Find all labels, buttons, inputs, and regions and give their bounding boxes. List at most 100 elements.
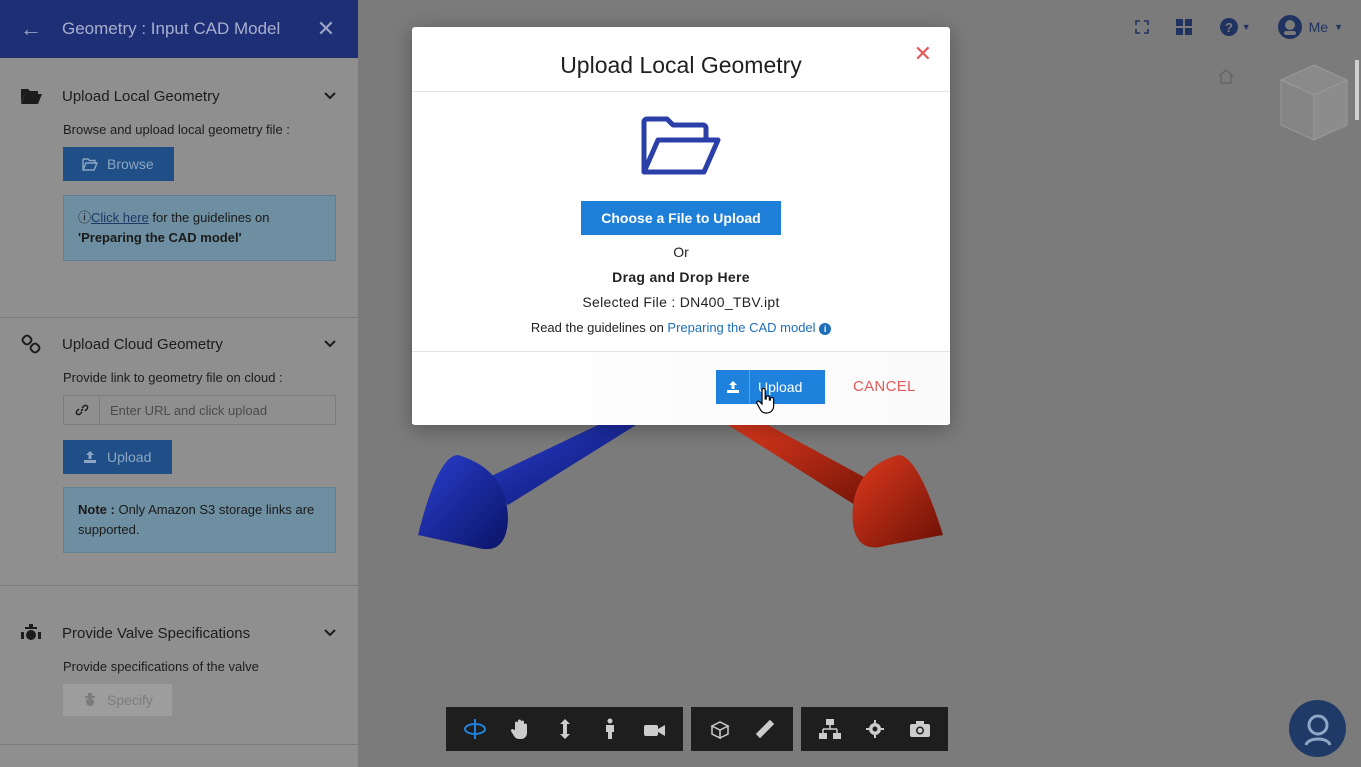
sidebar-panel: ← Geometry : Input CAD Model ✕ Upload Lo… — [0, 0, 358, 767]
section-title-cloud: Upload Cloud Geometry — [62, 335, 223, 353]
vertical-arrows-icon — [559, 719, 570, 739]
measure-tool[interactable] — [742, 717, 787, 741]
sidebar-title: Geometry : Input CAD Model — [62, 19, 281, 38]
person-icon — [605, 718, 614, 739]
settings-tools-group — [801, 707, 948, 751]
pan-tool[interactable] — [497, 718, 542, 740]
camera-tool[interactable] — [632, 720, 677, 738]
note-bold: Note : — [78, 502, 115, 517]
info-icon[interactable]: i — [819, 323, 832, 335]
close-icon[interactable]: ✕ — [914, 41, 932, 67]
view-cube[interactable] — [1269, 60, 1359, 150]
blue-axis-cone — [418, 455, 508, 550]
cloud-note: Note : Only Amazon S3 storage links are … — [63, 487, 336, 553]
top-toolbar: ? ▼ Me ▼ — [1134, 14, 1343, 40]
selected-file-name: DN400_TBV.ipt — [679, 294, 780, 310]
info-icon: ⓘ — [78, 210, 92, 225]
ruler-icon — [755, 719, 774, 739]
specify-button[interactable]: Specify — [63, 684, 172, 716]
section-upload-local: Upload Local Geometry Browse and upload … — [0, 70, 358, 318]
camera-icon — [909, 721, 930, 737]
support-fab[interactable] — [1289, 700, 1346, 757]
valve-label: Provide specifications of the valve — [63, 659, 259, 674]
section-valve-specs: Provide Valve Specifications Provide spe… — [0, 607, 358, 745]
section-header-cloud[interactable]: Upload Cloud Geometry — [0, 318, 358, 370]
local-label: Browse and upload local geometry file : — [63, 122, 290, 137]
url-input[interactable] — [100, 396, 335, 424]
browse-button[interactable]: Browse — [63, 147, 174, 181]
section-box-icon — [709, 721, 730, 740]
sidebar-header: ← Geometry : Input CAD Model ✕ — [0, 0, 358, 58]
selected-file: Selected File : DN400_TBV.ipt — [412, 294, 950, 310]
folder-open-icon — [641, 116, 721, 175]
apps-grid-icon[interactable] — [1175, 18, 1193, 36]
valve-icon — [0, 623, 62, 643]
chevron-down-icon[interactable] — [302, 340, 358, 348]
browse-label: Browse — [107, 156, 154, 172]
chevron-down-icon[interactable] — [302, 92, 358, 100]
caret-down-icon: ▼ — [1334, 22, 1343, 32]
me-label: Me — [1308, 19, 1329, 35]
user-menu[interactable]: Me ▼ — [1277, 14, 1343, 40]
orbit-icon — [463, 719, 486, 739]
selected-file-label: Selected File : — [582, 294, 680, 310]
guidelines-text: Read the guidelines on Preparing the CAD… — [412, 320, 950, 335]
modal-body[interactable]: Choose a File to Upload Or Drag and Drop… — [412, 92, 950, 352]
home-icon[interactable] — [1217, 68, 1235, 84]
section-upload-cloud: Upload Cloud Geometry Provide link to ge… — [0, 318, 358, 586]
guidelines-link[interactable]: Preparing the CAD model — [667, 320, 815, 335]
folder-open-icon — [73, 157, 107, 171]
cloud-upload-button[interactable]: Upload — [63, 440, 172, 474]
hierarchy-icon — [818, 719, 841, 739]
section-header-local[interactable]: Upload Local Geometry — [0, 70, 358, 122]
orbit-tool[interactable] — [452, 717, 497, 741]
upload-modal: Upload Local Geometry ✕ Choose a File to… — [412, 27, 950, 425]
or-text: Or — [673, 244, 689, 260]
hand-pointer-icon — [756, 388, 775, 414]
inspect-tools-group — [691, 707, 793, 751]
nav-tools-group — [446, 707, 683, 751]
video-camera-icon — [643, 725, 665, 736]
screenshot-tool[interactable] — [897, 720, 942, 738]
section-header-valve[interactable]: Provide Valve Specifications — [0, 607, 358, 659]
bottom-toolbar — [446, 707, 948, 751]
scrollbar[interactable] — [1355, 60, 1359, 120]
model-tree-tool[interactable] — [807, 718, 852, 740]
caret-down-icon: ▼ — [1241, 22, 1251, 32]
help-dropdown[interactable]: ? ▼ — [1219, 17, 1251, 37]
section-tool[interactable] — [697, 718, 742, 740]
svg-text:?: ? — [1225, 20, 1233, 35]
link-icon — [0, 334, 62, 354]
zoom-tool[interactable] — [542, 718, 587, 740]
walk-tool[interactable] — [587, 718, 632, 740]
cloud-upload-label: Upload — [107, 449, 152, 465]
fullscreen-icon[interactable] — [1134, 20, 1149, 34]
close-icon[interactable]: ✕ — [294, 16, 358, 42]
chevron-down-icon[interactable] — [302, 629, 358, 637]
avatar — [1277, 15, 1302, 39]
note-text: for the guidelines on — [148, 210, 270, 225]
upload-icon — [73, 450, 107, 464]
folder-open-icon — [0, 87, 62, 105]
blue-axis-shaft — [483, 425, 636, 505]
note-bold: 'Preparing the CAD model' — [78, 230, 242, 245]
url-field — [63, 395, 336, 425]
hand-icon — [510, 719, 527, 739]
click-here-link[interactable]: Click here — [91, 210, 149, 225]
modal-title: Upload Local Geometry — [560, 52, 802, 78]
local-guidelines-note: ⓘClick here for the guidelines on 'Prepa… — [63, 195, 336, 261]
valve-icon — [73, 693, 107, 707]
settings-tool[interactable] — [852, 719, 897, 739]
modal-footer: Upload CANCEL — [412, 352, 950, 424]
drag-drop-text: Drag and Drop Here — [612, 269, 750, 285]
guide-text: Read the guidelines on — [530, 320, 668, 335]
back-arrow-icon[interactable]: ← — [0, 16, 62, 42]
modal-header: Upload Local Geometry ✕ — [412, 27, 950, 92]
section-title-valve: Provide Valve Specifications — [62, 624, 251, 642]
gear-icon — [865, 720, 884, 738]
cancel-button[interactable]: CANCEL — [853, 378, 916, 395]
choose-file-button[interactable]: Choose a File to Upload — [581, 201, 781, 235]
red-axis-cone — [852, 455, 943, 548]
cloud-label: Provide link to geometry file on cloud : — [63, 370, 283, 385]
upload-icon — [716, 370, 750, 404]
